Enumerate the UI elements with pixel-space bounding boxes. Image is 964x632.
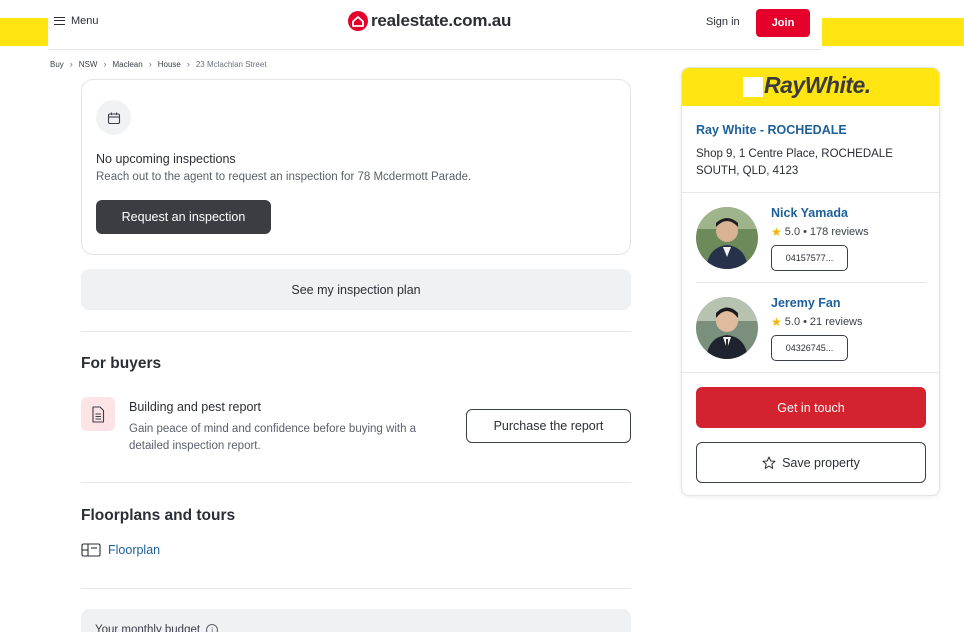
breadcrumb-type[interactable]: House — [158, 60, 181, 69]
brand-band-right — [822, 18, 964, 46]
agent-review-count: 178 reviews — [809, 226, 869, 238]
monthly-budget-box: Your monthly budget i — [81, 609, 631, 632]
building-pest-title: Building and pest report — [129, 400, 262, 414]
section-divider — [81, 331, 631, 332]
get-in-touch-button[interactable]: Get in touch — [696, 387, 926, 428]
agent-review-count: 21 reviews — [809, 316, 863, 328]
report-icon-badge — [81, 397, 115, 431]
agent-name[interactable]: Nick Yamada — [771, 206, 848, 220]
request-inspection-button[interactable]: Request an inspection — [96, 200, 271, 234]
brand-band-left — [0, 18, 48, 46]
breadcrumb: Buy › NSW › Maclean › House › 23 Mclachl… — [50, 59, 267, 69]
hamburger-icon — [54, 17, 65, 25]
save-property-button[interactable]: Save property — [696, 442, 926, 483]
agent-avatar[interactable] — [696, 297, 758, 359]
floorplan-link-label: Floorplan — [108, 543, 161, 557]
top-navigation-bar: Menu realestate.com.au Sign in Join — [48, 0, 822, 50]
rating-separator: • — [803, 316, 807, 328]
chevron-right-icon: › — [69, 59, 73, 69]
monthly-budget-label: Your monthly budget — [95, 624, 201, 632]
menu-label: Menu — [71, 15, 99, 27]
floorplan-link[interactable]: Floorplan — [81, 543, 160, 557]
breadcrumb-suburb[interactable]: Maclean — [112, 60, 142, 69]
logo-text: realestate.com.au — [371, 11, 512, 30]
breadcrumb-current: 23 Mclachlan Street — [195, 59, 267, 69]
save-property-label: Save property — [782, 455, 860, 470]
agency-logo: RayWhite. — [764, 72, 871, 98]
agent-phone-button[interactable]: 04157577... — [771, 245, 848, 271]
building-pest-description: Gain peace of mind and confidence before… — [129, 423, 417, 452]
panel-divider — [696, 282, 926, 283]
agency-logo-mark — [743, 77, 763, 97]
sign-in-link[interactable]: Sign in — [706, 16, 740, 28]
agency-brand-bar: RayWhite. — [682, 68, 939, 106]
agent-rating-value: 5.0 — [784, 316, 801, 328]
inspections-title: No upcoming inspections — [96, 152, 236, 166]
agent-rating: ★ 5.0 • 21 reviews — [771, 315, 863, 329]
calendar-icon — [107, 112, 120, 124]
join-button[interactable]: Join — [756, 9, 810, 37]
section-divider — [81, 482, 631, 483]
agent-avatar[interactable] — [696, 207, 758, 269]
site-logo[interactable]: realestate.com.au — [348, 11, 511, 31]
floorplan-icon — [81, 543, 101, 557]
for-buyers-heading: For buyers — [81, 355, 162, 372]
chevron-right-icon: › — [103, 59, 107, 69]
rating-separator: • — [803, 226, 807, 238]
star-icon: ★ — [771, 315, 782, 329]
panel-divider — [682, 372, 939, 373]
agent-rating: ★ 5.0 • 178 reviews — [771, 225, 869, 239]
agency-address: Shop 9, 1 Centre Place, ROCHEDALE SOUTH,… — [696, 148, 893, 177]
agent-rating-value: 5.0 — [784, 226, 801, 238]
inspections-subtitle: Reach out to the agent to request an ins… — [96, 171, 472, 183]
chevron-right-icon: › — [148, 59, 152, 69]
house-logo-icon — [348, 11, 368, 31]
star-icon: ★ — [771, 225, 782, 239]
info-icon[interactable]: i — [206, 624, 219, 632]
chevron-right-icon: › — [186, 59, 190, 69]
star-outline-icon — [762, 456, 776, 469]
agent-name[interactable]: Jeremy Fan — [771, 296, 840, 310]
purchase-report-button[interactable]: Purchase the report — [466, 409, 631, 443]
menu-button[interactable]: Menu — [54, 15, 99, 27]
section-divider — [81, 588, 631, 589]
inspections-card: No upcoming inspections Reach out to the… — [81, 79, 631, 255]
panel-divider — [682, 192, 939, 193]
floorplans-heading: Floorplans and tours — [81, 507, 236, 524]
calendar-icon-badge — [96, 100, 131, 135]
agency-name[interactable]: Ray White - ROCHEDALE — [696, 123, 847, 137]
breadcrumb-state[interactable]: NSW — [79, 60, 98, 69]
breadcrumb-buy[interactable]: Buy — [50, 60, 64, 69]
agent-phone-button[interactable]: 04326745... — [771, 335, 848, 361]
monthly-budget-label-row: Your monthly budget i — [95, 624, 219, 632]
inspection-plan-button[interactable]: See my inspection plan — [81, 269, 631, 310]
agent-panel: RayWhite. Ray White - ROCHEDALE Shop 9, … — [681, 67, 940, 496]
document-icon — [92, 405, 105, 423]
